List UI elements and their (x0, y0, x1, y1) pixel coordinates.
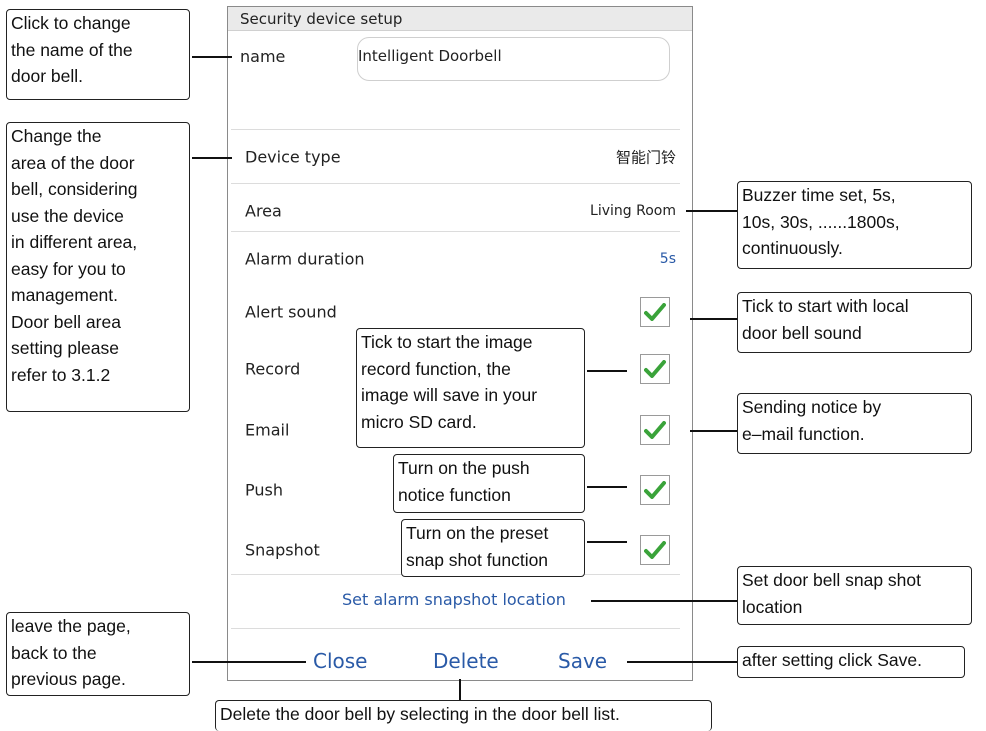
screen-title: Security device setup (228, 7, 692, 31)
alert-sound-checkbox[interactable] (640, 297, 670, 327)
callout-text: door bell. (11, 66, 83, 86)
alarm-duration-label: Alarm duration (245, 249, 365, 268)
callout-text: Click to change (11, 13, 131, 33)
callout-text: door bell sound (742, 322, 862, 343)
callout-text: in different area, (11, 232, 138, 252)
callout-text: after setting click Save. (742, 650, 922, 670)
callout-text: Tick to start the image (361, 332, 533, 352)
callout-close: leave the page, back to the previous pag… (6, 612, 190, 696)
alarm-duration-value[interactable]: 5s (660, 251, 676, 267)
area-label: Area (245, 201, 282, 220)
callout-text: bell, considering (11, 179, 138, 199)
leader-line (192, 661, 306, 663)
callout-name: Click to change the name of the door bel… (6, 9, 190, 100)
checkmark-icon (644, 360, 666, 378)
callout-text: snap shot function (406, 549, 549, 570)
callout-text: back to the (11, 642, 97, 663)
callout-alert-sound: Tick to start with local door bell sound (737, 292, 972, 353)
callout-text: setting please (11, 338, 119, 358)
divider (231, 628, 680, 629)
callout-text: the name of the (11, 39, 133, 60)
callout-text: leave the page, (11, 616, 131, 636)
callout-text: Change the (11, 126, 102, 146)
callout-record: Tick to start the image record function,… (356, 328, 585, 448)
callout-text: area of the door (11, 152, 135, 173)
email-label: Email (245, 420, 290, 440)
push-checkbox[interactable] (640, 475, 670, 505)
leader-line (192, 56, 232, 58)
callout-text: image will save in your (361, 385, 538, 405)
record-label: Record (245, 359, 301, 379)
close-button[interactable]: Close (313, 649, 367, 673)
callout-delete: Delete the door bell by selecting in the… (215, 700, 712, 731)
name-field[interactable]: Intelligent Doorbell (357, 37, 670, 81)
leader-line (587, 486, 627, 488)
leader-line (627, 661, 737, 663)
callout-text: Tick to start with local (742, 296, 909, 316)
area-value[interactable]: Living Room (590, 203, 676, 219)
callout-text: use the device (11, 205, 124, 226)
callout-text: Turn on the preset (406, 523, 549, 543)
callout-save: after setting click Save. (737, 646, 965, 678)
callout-text: easy for you to (11, 258, 126, 279)
checkmark-icon (644, 303, 666, 321)
callout-text: Delete the door bell by selecting in the… (220, 704, 620, 724)
name-label: name (240, 47, 286, 66)
leader-line (690, 430, 737, 432)
alert-sound-label: Alert sound (245, 302, 337, 322)
callout-text: continuously. (742, 238, 843, 258)
record-checkbox[interactable] (640, 354, 670, 384)
callout-text: e–mail function. (742, 423, 865, 444)
email-checkbox[interactable] (640, 415, 670, 445)
name-field-value: Intelligent Doorbell (358, 47, 502, 65)
callout-text: Turn on the push (398, 458, 530, 478)
row-alarm-duration[interactable]: Alarm duration 5s (231, 231, 680, 285)
callout-text: Buzzer time set, 5s, (742, 185, 896, 205)
callout-area: Change the area of the door bell, consid… (6, 122, 190, 412)
callout-text: previous page. (11, 669, 126, 689)
callout-snapshot-location: Set door bell snap shot location (737, 566, 972, 625)
set-snapshot-location-link[interactable]: Set alarm snapshot location (342, 590, 566, 609)
callout-text: micro SD card. (361, 411, 477, 432)
leader-line (686, 210, 737, 212)
device-type-value: 智能门铃 (615, 148, 676, 166)
callout-text: notice function (398, 484, 511, 505)
callout-text: Sending notice by (742, 397, 882, 417)
snapshot-label: Snapshot (245, 540, 320, 560)
callout-buzzer: Buzzer time set, 5s, 10s, 30s, ......180… (737, 181, 972, 269)
checkmark-icon (644, 481, 666, 499)
snapshot-checkbox[interactable] (640, 535, 670, 565)
push-label: Push (245, 480, 283, 500)
delete-button[interactable]: Delete (433, 649, 499, 673)
row-area[interactable]: Area Living Room (231, 183, 680, 237)
callout-text: 10s, 30s, ......1800s, (742, 211, 900, 232)
callout-text: management. (11, 285, 119, 305)
checkmark-icon (644, 541, 666, 559)
callout-text: Door bell area (11, 311, 121, 332)
leader-line (591, 600, 737, 602)
leader-line (587, 370, 627, 372)
checkmark-icon (644, 421, 666, 439)
callout-snapshot: Turn on the preset snap shot function (401, 519, 585, 577)
row-device-type: Device type 智能门铃 (231, 129, 680, 183)
callout-text: refer to 3.1.2 (11, 364, 111, 385)
callout-text: location (742, 596, 803, 617)
save-button[interactable]: Save (558, 649, 607, 673)
callout-text: Set door bell snap shot (742, 570, 922, 590)
leader-line (690, 318, 737, 320)
leader-line (459, 679, 461, 700)
device-type-label: Device type (245, 147, 341, 166)
callout-push: Turn on the push notice function (393, 454, 585, 513)
callout-email: Sending notice by e–mail function. (737, 393, 972, 454)
callout-text: record function, the (361, 358, 511, 379)
leader-line (192, 157, 232, 159)
leader-line (587, 541, 627, 543)
